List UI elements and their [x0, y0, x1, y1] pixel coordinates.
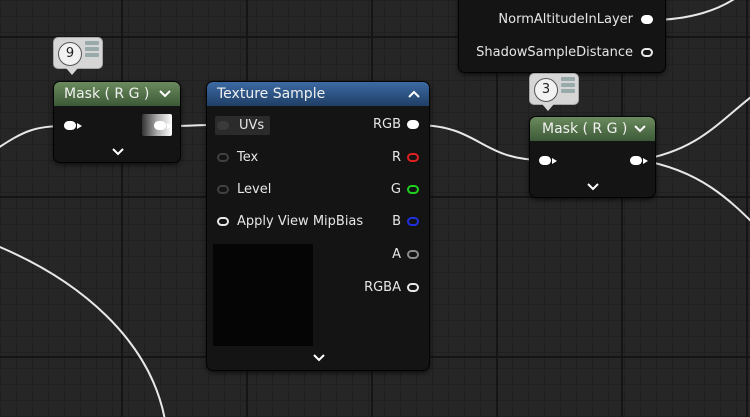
output-pin-row[interactable]: [630, 156, 649, 165]
output-pin-rgb[interactable]: RGB: [373, 117, 419, 132]
output-pin-rgba[interactable]: RGBA: [364, 280, 419, 295]
output-pin[interactable]: [407, 283, 419, 292]
pin-label: RGB: [372, 117, 401, 132]
input-pin[interactable]: [217, 185, 229, 194]
pin-row-shadow-sample-distance[interactable]: ShadowSampleDistance: [476, 45, 653, 60]
pin-label: B: [392, 214, 401, 229]
pin-label: Tex: [237, 150, 259, 165]
pin-label: Level: [237, 182, 272, 197]
output-pin[interactable]: [407, 250, 419, 259]
expand-chevron-icon[interactable]: [310, 352, 328, 364]
chevron-up-icon[interactable]: [407, 87, 421, 101]
pin-label: UVs: [239, 118, 265, 133]
comment-bubble-left[interactable]: 9: [54, 38, 102, 75]
input-pin[interactable]: [217, 153, 229, 162]
input-pin-uvs[interactable]: UVs: [215, 116, 271, 135]
comment-controls-icon[interactable]: [561, 77, 575, 95]
output-pin[interactable]: [641, 15, 653, 24]
input-pin-level[interactable]: Level: [217, 182, 271, 197]
node-header[interactable]: Texture Sample: [207, 82, 429, 106]
arrow-right-icon: [167, 122, 172, 129]
pin-row-norm-altitude[interactable]: NormAltitudeInLayer: [498, 12, 653, 27]
pin-label: ShadowSampleDistance: [476, 45, 633, 60]
node-title: Mask ( R G ): [542, 121, 628, 137]
output-pin-r[interactable]: R: [392, 150, 419, 165]
input-pin[interactable]: [539, 156, 551, 165]
pin-label: A: [392, 247, 401, 262]
output-pin[interactable]: [154, 121, 166, 130]
comment-count-badge: 9: [58, 42, 82, 66]
output-pin[interactable]: [407, 217, 419, 226]
comment-controls-icon[interactable]: [85, 41, 99, 59]
node-title: Mask ( R G ): [64, 86, 150, 102]
output-pin-row[interactable]: [154, 121, 173, 130]
output-pin[interactable]: [641, 48, 653, 57]
arrow-right-icon: [77, 122, 82, 129]
expand-chevron-icon[interactable]: [584, 181, 602, 193]
output-pin-g[interactable]: G: [391, 182, 419, 197]
node-header[interactable]: Mask ( R G ): [54, 82, 180, 106]
texture-preview: [213, 244, 313, 346]
output-pin[interactable]: [630, 156, 642, 165]
chevron-down-icon[interactable]: [633, 122, 647, 136]
texture-sample-node[interactable]: Texture Sample UVs Tex Level Apply View …: [207, 82, 429, 370]
wire-mask-right-to-right-edge-1: [639, 96, 750, 161]
pin-label: NormAltitudeInLayer: [498, 12, 633, 27]
input-pin[interactable]: [64, 121, 76, 130]
mask-node-left[interactable]: Mask ( R G ): [54, 82, 180, 162]
output-pin-b[interactable]: B: [392, 214, 419, 229]
input-pin-tex[interactable]: Tex: [217, 150, 258, 165]
comment-count-badge: 3: [534, 78, 558, 102]
input-pin-row[interactable]: [539, 156, 558, 165]
input-pin[interactable]: [217, 121, 229, 130]
output-pin[interactable]: [407, 153, 419, 162]
input-pin-row[interactable]: [64, 121, 83, 130]
node-title: Texture Sample: [217, 86, 326, 102]
output-pin[interactable]: [407, 120, 419, 129]
input-pin-apply-view-mipbias[interactable]: Apply View MipBias: [217, 214, 363, 229]
chevron-down-icon[interactable]: [158, 87, 172, 101]
arrow-right-icon: [643, 157, 648, 164]
top-node[interactable]: NormAltitudeInLayer ShadowSampleDistance: [459, 0, 665, 72]
input-pin[interactable]: [217, 217, 229, 226]
wire-mask-right-to-right-edge-2: [639, 159, 750, 222]
wire-upper-right-top: [740, 95, 750, 130]
node-header[interactable]: Mask ( R G ): [530, 117, 655, 141]
pin-label: RGBA: [364, 280, 401, 295]
output-pin-a[interactable]: A: [392, 247, 419, 262]
pin-label: G: [390, 182, 401, 197]
pin-label: Apply View MipBias: [237, 214, 364, 229]
wire-rgb-to-mask-right: [415, 124, 544, 161]
expand-chevron-icon[interactable]: [109, 146, 127, 158]
wire-lower-left-curve: [0, 246, 166, 417]
mask-node-right[interactable]: Mask ( R G ): [530, 117, 655, 197]
comment-bubble-right[interactable]: 3: [530, 74, 578, 111]
output-pin[interactable]: [407, 185, 419, 194]
pin-label: R: [391, 150, 401, 165]
arrow-right-icon: [552, 157, 557, 164]
